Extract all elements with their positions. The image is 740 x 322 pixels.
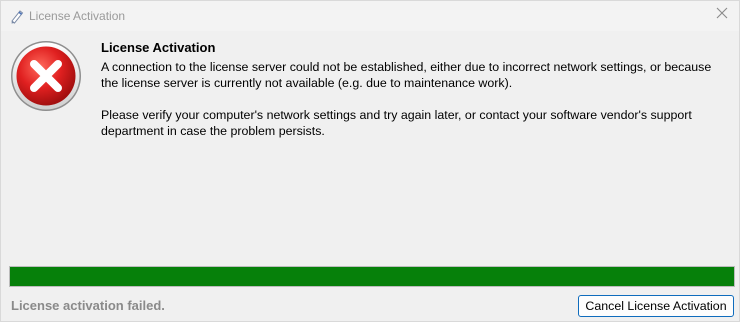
message-paragraph-1: A connection to the license server could… — [101, 60, 712, 90]
status-text: License activation failed. — [11, 298, 165, 313]
pen-icon — [9, 8, 25, 24]
close-icon — [716, 6, 728, 24]
dialog-message: A connection to the license server could… — [101, 59, 731, 155]
progress-bar — [9, 266, 735, 287]
window-title: License Activation — [29, 9, 126, 23]
title-bar: License Activation — [1, 1, 739, 31]
dialog-heading: License Activation — [101, 40, 216, 55]
error-icon — [10, 40, 82, 112]
progress-fill — [10, 267, 734, 286]
close-button[interactable] — [709, 3, 735, 27]
license-activation-window: License Activation License Activation A … — [0, 0, 740, 322]
cancel-license-activation-button[interactable]: Cancel License Activation — [578, 295, 734, 317]
message-paragraph-2: Please verify your computer's network se… — [101, 108, 692, 138]
dialog-content: License Activation A connection to the l… — [1, 31, 739, 263]
